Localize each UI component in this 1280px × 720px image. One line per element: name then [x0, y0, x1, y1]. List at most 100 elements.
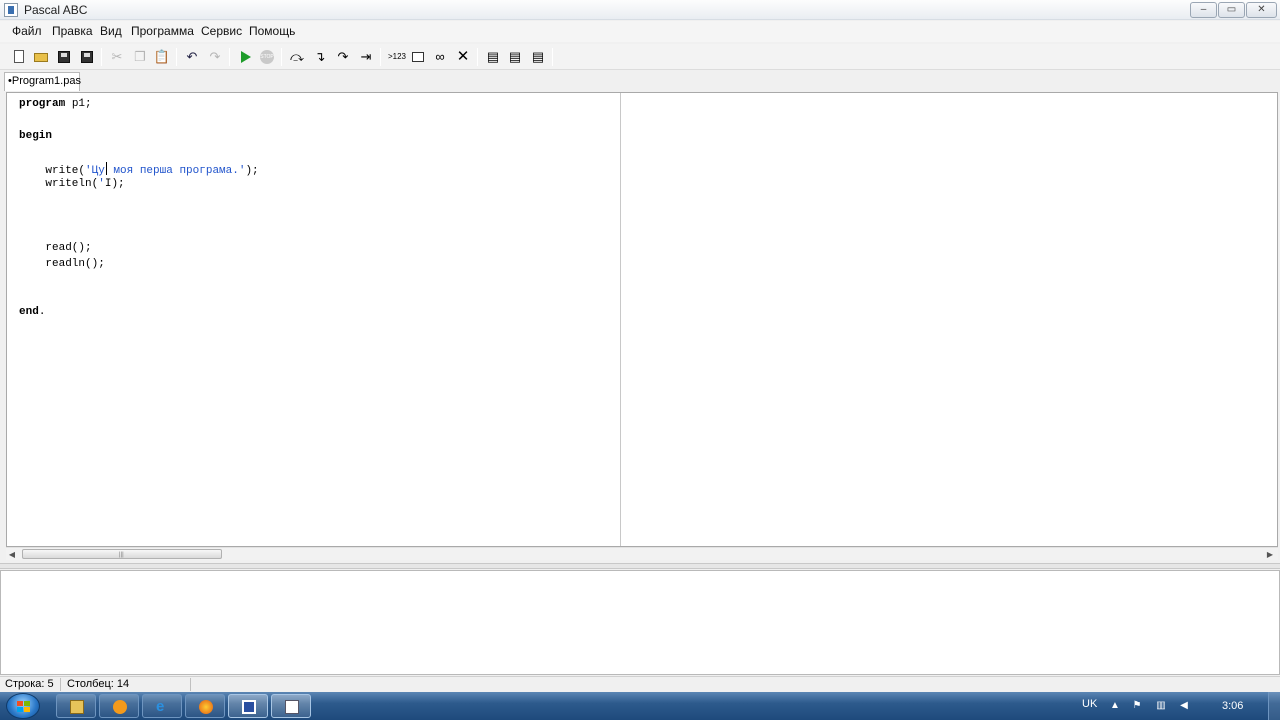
undo-icon: ↶ [186, 49, 198, 64]
open-button[interactable] [32, 48, 50, 66]
app-icon [4, 3, 18, 17]
run-button[interactable] [236, 48, 254, 66]
taskbar-pascal-abc[interactable] [228, 694, 268, 718]
format-button-3[interactable]: ▤ [529, 48, 547, 66]
grip-icon: ||| [119, 552, 124, 558]
media-player-icon [113, 700, 127, 714]
scissors-icon: ✂ [111, 49, 123, 64]
start-button[interactable] [6, 693, 40, 719]
internet-explorer-icon: e [156, 698, 165, 715]
code-keyword: program [19, 98, 66, 110]
delete-button[interactable]: ✕ [454, 48, 472, 66]
run-to-cursor-icon: ⇥ [360, 49, 372, 64]
code-editor[interactable]: program p1; begin write('Цу моя перша про… [6, 92, 1278, 547]
toolbar-separator [477, 48, 478, 66]
code-line: begin [19, 130, 52, 146]
copy-button[interactable]: ❐ [131, 48, 149, 66]
code-text: p1; [65, 98, 92, 110]
output-window-button[interactable] [409, 48, 427, 66]
scroll-left-arrow[interactable]: ◀ [6, 549, 18, 560]
code-line: end. [19, 306, 45, 322]
window-icon [412, 52, 424, 62]
scroll-thumb[interactable]: ||| [22, 549, 222, 559]
new-file-button[interactable] [10, 48, 28, 66]
scroll-right-arrow[interactable]: ▶ [1264, 549, 1276, 560]
code-text: ); [245, 165, 259, 177]
code-keyword: end [19, 306, 39, 318]
step-into-icon: ↴ [314, 49, 326, 64]
status-bar: Строка: 5 Столбец: 14 [0, 676, 1280, 692]
step-over-button[interactable]: ⤼ [288, 48, 306, 66]
toolbar: ✂ ❐ 📋 ↶ ↷ STOP ⤼ ↴ ↷ ⇥ >123 ∞ ✕ ▤ ▤ ▤ [0, 44, 1280, 70]
code-text: ); [111, 178, 125, 190]
menu-help[interactable]: Помощь [249, 24, 295, 38]
save-icon [58, 51, 70, 63]
toolbar-separator [281, 48, 282, 66]
step-into-button[interactable]: ↴ [311, 48, 329, 66]
step-out-button[interactable]: ↷ [334, 48, 352, 66]
pascal-abc-window-icon [285, 700, 299, 714]
windows-logo-icon [17, 701, 30, 712]
run-to-cursor-button[interactable]: ⇥ [357, 48, 375, 66]
language-indicator[interactable]: UK [1082, 698, 1097, 710]
show-desktop-button[interactable] [1268, 692, 1280, 720]
network-icon[interactable]: ▥ [1155, 700, 1167, 712]
taskbar-pascal-abc-2[interactable] [271, 694, 311, 718]
output-pane[interactable] [0, 570, 1280, 675]
pane-splitter[interactable] [0, 563, 1280, 569]
stop-button[interactable]: STOP [258, 48, 276, 66]
code-text: read(); [19, 242, 92, 254]
taskbar: e UK ▲ ⚑ ▥ ◀ 3:06 [0, 692, 1280, 720]
code-line: read(); [19, 242, 92, 258]
taskbar-explorer[interactable] [56, 694, 96, 718]
step-out-icon: ↷ [337, 49, 349, 64]
format-icon: ▤ [531, 49, 545, 64]
save-button[interactable] [55, 48, 73, 66]
window-title: Pascal ABC [24, 3, 88, 17]
cut-button[interactable]: ✂ [108, 48, 126, 66]
redo-button[interactable]: ↷ [206, 48, 224, 66]
taskbar-internet-explorer[interactable]: e [142, 694, 182, 718]
evaluate-icon: >123 [387, 52, 407, 61]
format-button-1[interactable]: ▤ [484, 48, 502, 66]
code-text: readln(); [19, 258, 105, 270]
save-all-icon [81, 51, 93, 63]
status-divider [60, 678, 61, 691]
format-button-2[interactable]: ▤ [506, 48, 524, 66]
status-divider [190, 678, 191, 691]
toolbar-separator [552, 48, 553, 66]
code-string: ' [98, 178, 105, 190]
watch-button[interactable]: ∞ [431, 48, 449, 66]
status-row: Строка: 5 [5, 678, 54, 690]
paste-button[interactable]: 📋 [153, 48, 171, 66]
action-center-icon[interactable]: ⚑ [1131, 700, 1143, 712]
close-button[interactable]: ✕ [1246, 2, 1277, 18]
code-line: readln(); [19, 258, 105, 274]
document-tabs: •Program1.pas [0, 71, 1280, 91]
evaluate-button[interactable]: >123 [386, 48, 408, 66]
maximize-button[interactable]: ▭ [1218, 2, 1245, 18]
taskbar-media-player[interactable] [99, 694, 139, 718]
menu-edit[interactable]: Правка [52, 24, 93, 38]
play-icon [241, 51, 251, 63]
show-hidden-icons-icon[interactable]: ▲ [1109, 700, 1121, 712]
toolbar-separator [380, 48, 381, 66]
save-all-button[interactable] [78, 48, 96, 66]
code-line: program p1; [19, 98, 92, 114]
status-column: Столбец: 14 [67, 678, 130, 690]
tab-program1[interactable]: •Program1.pas [4, 72, 81, 91]
menu-program[interactable]: Программа [131, 24, 194, 38]
clipboard-icon: 📋 [153, 49, 171, 64]
menu-view[interactable]: Вид [100, 24, 122, 38]
toolbar-separator [229, 48, 230, 66]
undo-button[interactable]: ↶ [183, 48, 201, 66]
clock[interactable]: 3:06 [1222, 700, 1243, 712]
menu-file[interactable]: Файл [12, 24, 42, 38]
minimize-button[interactable]: – [1190, 2, 1217, 18]
horizontal-scrollbar[interactable]: ◀ ||| ▶ [6, 547, 1278, 560]
code-text: write( [19, 165, 86, 177]
taskbar-firefox[interactable] [185, 694, 225, 718]
format-icon: ▤ [508, 49, 522, 64]
volume-icon[interactable]: ◀ [1178, 700, 1190, 712]
menu-service[interactable]: Сервис [201, 24, 242, 38]
